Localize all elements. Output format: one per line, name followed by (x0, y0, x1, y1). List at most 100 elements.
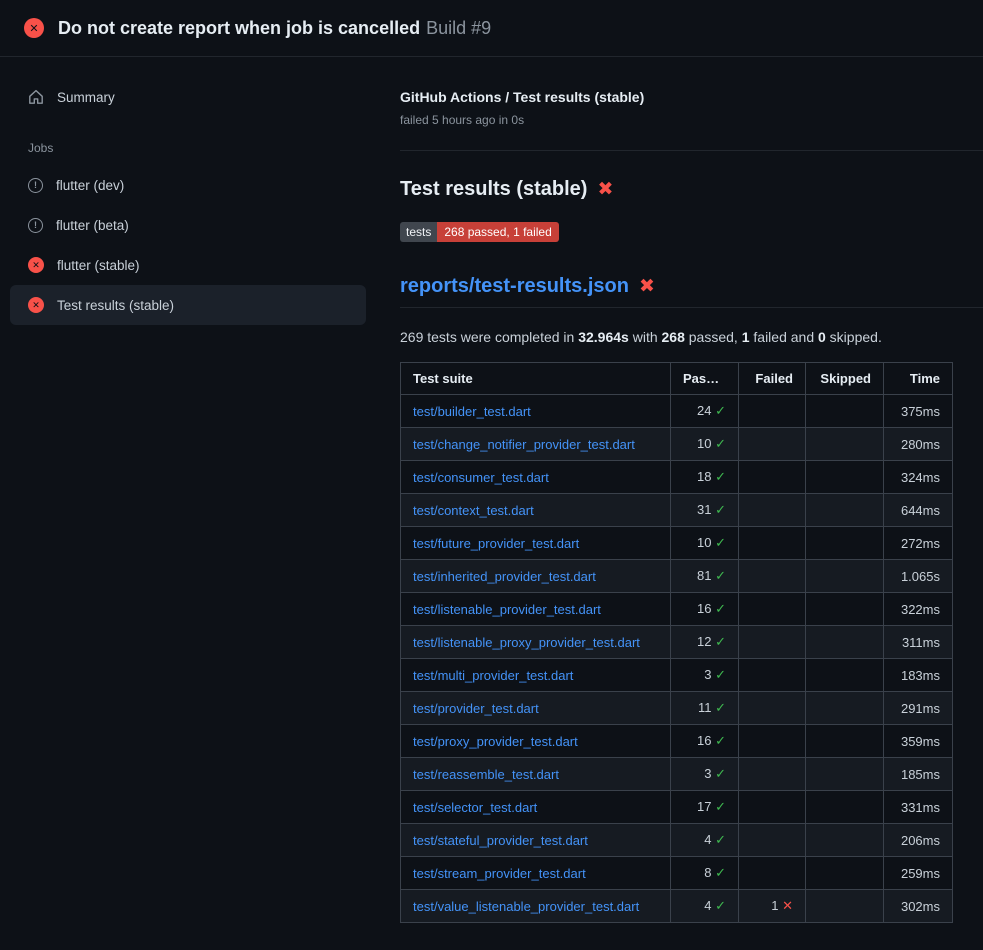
badge-value: 268 passed, 1 failed (437, 222, 558, 242)
time-cell: 644ms (884, 494, 953, 527)
time-cell: 280ms (884, 428, 953, 461)
sidebar-item-label: flutter (beta) (56, 218, 129, 233)
suite-link[interactable]: test/builder_test.dart (413, 404, 531, 419)
sidebar-item-flutter-dev[interactable]: ! flutter (dev) (10, 165, 366, 205)
check-icon: ✓ (715, 502, 726, 517)
results-table: Test suite Passed Failed Skipped Time te… (400, 362, 953, 923)
divider (400, 150, 983, 151)
check-icon: ✓ (715, 799, 726, 814)
suite-cell: test/selector_test.dart (401, 791, 671, 824)
page-layout: Summary Jobs ! flutter (dev) ! flutter (… (0, 57, 983, 923)
suite-link[interactable]: test/listenable_proxy_provider_test.dart (413, 635, 640, 650)
skipped-cell (806, 461, 884, 494)
skipped-cell (806, 560, 884, 593)
passed-cell: 16 ✓ (671, 725, 739, 758)
section-title: Test results (stable) ✖ (400, 178, 983, 201)
suite-cell: test/consumer_test.dart (401, 461, 671, 494)
failed-cell (739, 593, 806, 626)
suite-cell: test/provider_test.dart (401, 692, 671, 725)
passed-cell: 24 ✓ (671, 395, 739, 428)
passed-cell: 16 ✓ (671, 593, 739, 626)
suite-cell: test/inherited_provider_test.dart (401, 560, 671, 593)
skipped-cell (806, 824, 884, 857)
suite-link[interactable]: test/stateful_provider_test.dart (413, 833, 588, 848)
time-cell: 259ms (884, 857, 953, 890)
table-row: test/context_test.dart 31 ✓ 644ms (401, 494, 953, 527)
suite-link[interactable]: test/value_listenable_provider_test.dart (413, 899, 639, 914)
suite-link[interactable]: test/future_provider_test.dart (413, 536, 579, 551)
suite-link[interactable]: test/reassemble_test.dart (413, 767, 559, 782)
table-row: test/selector_test.dart 17 ✓ 331ms (401, 791, 953, 824)
skipped-cell (806, 890, 884, 923)
table-row: test/provider_test.dart 11 ✓ 291ms (401, 692, 953, 725)
time-cell: 272ms (884, 527, 953, 560)
suite-link[interactable]: test/proxy_provider_test.dart (413, 734, 578, 749)
failed-cell (739, 758, 806, 791)
sidebar-item-flutter-beta[interactable]: ! flutter (beta) (10, 205, 366, 245)
header: ✕ Do not create report when job is cance… (0, 0, 983, 57)
failed-cell (739, 395, 806, 428)
divider (400, 307, 983, 308)
time-cell: 311ms (884, 626, 953, 659)
summary-line: 269 tests were completed in 32.964s with… (400, 329, 983, 345)
table-row: test/listenable_proxy_provider_test.dart… (401, 626, 953, 659)
failed-icon: ✕ (28, 297, 44, 313)
check-icon: ✓ (715, 469, 726, 484)
suite-link[interactable]: test/multi_provider_test.dart (413, 668, 573, 683)
build-number: Build #9 (426, 18, 491, 38)
skipped-cell (806, 659, 884, 692)
main-content: GitHub Actions / Test results (stable) f… (400, 57, 983, 923)
sidebar-item-label: flutter (stable) (57, 258, 140, 273)
skipped-cell (806, 395, 884, 428)
suite-link[interactable]: test/stream_provider_test.dart (413, 866, 586, 881)
skipped-cell (806, 428, 884, 461)
time-cell: 331ms (884, 791, 953, 824)
check-icon: ✓ (715, 865, 726, 880)
skipped-cell (806, 494, 884, 527)
check-icon: ✓ (715, 700, 726, 715)
time-cell: 322ms (884, 593, 953, 626)
table-row: test/stream_provider_test.dart 8 ✓ 259ms (401, 857, 953, 890)
table-row: test/reassemble_test.dart 3 ✓ 185ms (401, 758, 953, 791)
passed-cell: 4 ✓ (671, 890, 739, 923)
skipped-cell (806, 692, 884, 725)
failed-icon: ✕ (28, 257, 44, 273)
suite-cell: test/future_provider_test.dart (401, 527, 671, 560)
col-header-time: Time (884, 363, 953, 395)
suite-link[interactable]: test/consumer_test.dart (413, 470, 549, 485)
sidebar-item-label: Summary (57, 90, 115, 105)
passed-cell: 8 ✓ (671, 857, 739, 890)
suite-link[interactable]: test/selector_test.dart (413, 800, 537, 815)
skipped-cell (806, 725, 884, 758)
failed-cell (739, 626, 806, 659)
sidebar-item-summary[interactable]: Summary (10, 77, 366, 117)
skipped-cell (806, 758, 884, 791)
suite-link[interactable]: test/inherited_provider_test.dart (413, 569, 596, 584)
check-icon: ✓ (715, 667, 726, 682)
failed-status-icon: ✕ (24, 18, 44, 38)
cancelled-icon: ! (28, 178, 43, 193)
time-cell: 206ms (884, 824, 953, 857)
failed-cell (739, 791, 806, 824)
suite-link[interactable]: test/listenable_provider_test.dart (413, 602, 601, 617)
results-table-body: test/builder_test.dart 24 ✓ 375ms test/c… (401, 395, 953, 923)
suite-link[interactable]: test/context_test.dart (413, 503, 534, 518)
check-icon: ✓ (715, 535, 726, 550)
table-row: test/listenable_provider_test.dart 16 ✓ … (401, 593, 953, 626)
failed-cell (739, 494, 806, 527)
check-icon: ✓ (715, 832, 726, 847)
passed-cell: 4 ✓ (671, 824, 739, 857)
suite-cell: test/change_notifier_provider_test.dart (401, 428, 671, 461)
table-row: test/proxy_provider_test.dart 16 ✓ 359ms (401, 725, 953, 758)
passed-cell: 31 ✓ (671, 494, 739, 527)
sidebar-item-flutter-stable[interactable]: ✕ flutter (stable) (10, 245, 366, 285)
time-cell: 324ms (884, 461, 953, 494)
table-row: test/stateful_provider_test.dart 4 ✓ 206… (401, 824, 953, 857)
breadcrumb: GitHub Actions / Test results (stable) (400, 89, 983, 105)
suite-link[interactable]: test/provider_test.dart (413, 701, 539, 716)
col-header-skipped: Skipped (806, 363, 884, 395)
passed-cell: 10 ✓ (671, 527, 739, 560)
suite-link[interactable]: test/change_notifier_provider_test.dart (413, 437, 635, 452)
report-link[interactable]: reports/test-results.json (400, 275, 629, 298)
sidebar-item-test-results-stable[interactable]: ✕ Test results (stable) (10, 285, 366, 325)
